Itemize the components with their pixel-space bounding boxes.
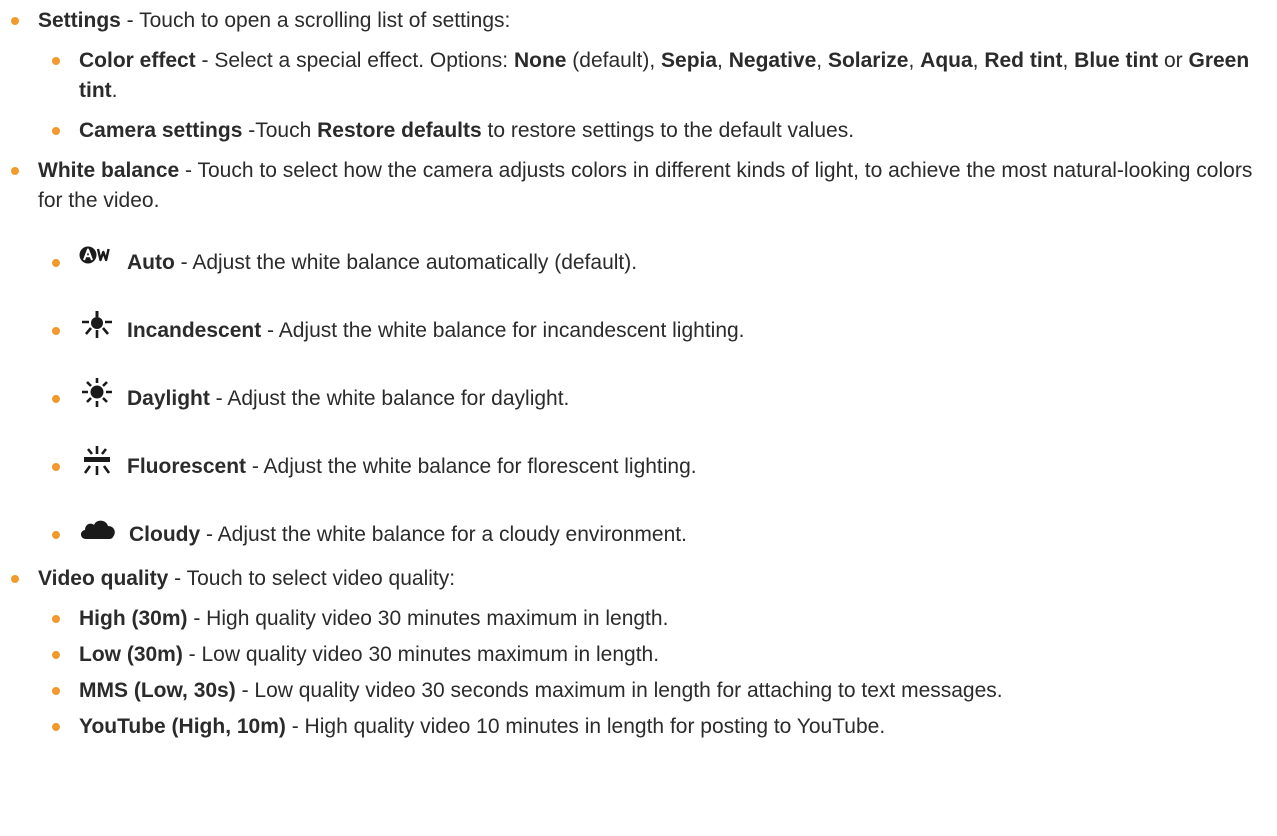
- bullet: [52, 127, 60, 135]
- document: Settings - Touch to open a scrolling lis…: [0, 0, 1277, 742]
- separator: ,: [972, 49, 985, 72]
- separator: ,: [908, 49, 921, 72]
- bullet: [52, 687, 60, 695]
- wb-option-title: Cloudy: [129, 523, 201, 546]
- wb-option-cloudy: Cloudy - Adjust the white balance for a …: [0, 518, 1277, 552]
- daylight-icon: [79, 378, 115, 408]
- bullet: [52, 615, 60, 623]
- video-option-text: - High quality video 10 minutes in lengt…: [285, 715, 886, 738]
- bullet: [52, 651, 60, 659]
- video-option-title: High (30m): [79, 607, 188, 630]
- bullet: [11, 575, 19, 583]
- restore-defaults-label: Restore defaults: [317, 119, 482, 142]
- separator: ,: [1062, 49, 1075, 72]
- video-option-title: YouTube (High, 10m): [79, 715, 286, 738]
- color-effect-text: - Select a special effect. Options:: [195, 49, 514, 72]
- bullet: [52, 463, 60, 471]
- option-negative: Negative: [728, 49, 817, 72]
- bullet: [11, 17, 19, 25]
- video-quality-text: - Touch to select video quality:: [168, 567, 456, 590]
- settings-title: Settings: [38, 9, 121, 32]
- wb-option-text: - Adjust the white balance for a cloudy …: [200, 523, 687, 546]
- video-option-title: MMS (Low, 30s): [79, 679, 236, 702]
- incandescent-icon: [79, 311, 115, 339]
- fluorescent-icon: [79, 446, 115, 476]
- video-quality-item: Video quality - Touch to select video qu…: [0, 564, 1277, 594]
- cloudy-icon: [79, 518, 117, 540]
- period: .: [111, 79, 118, 102]
- white-balance-title: White balance: [38, 159, 180, 182]
- wb-option-text: - Adjust the white balance for incandesc…: [261, 319, 745, 342]
- camera-settings-item: Camera settings -Touch Restore defaults …: [0, 116, 1277, 146]
- video-quality-option: YouTube (High, 10m) - High quality video…: [0, 712, 1277, 742]
- camera-settings-title: Camera settings: [79, 119, 243, 142]
- bullet: [52, 395, 60, 403]
- settings-item: Settings - Touch to open a scrolling lis…: [0, 6, 1277, 36]
- option-solarize: Solarize: [827, 49, 909, 72]
- auto-wb-icon: [79, 244, 115, 270]
- video-quality-option: Low (30m) - Low quality video 30 minutes…: [0, 640, 1277, 670]
- settings-text: - Touch to open a scrolling list of sett…: [120, 9, 511, 32]
- default-text: (default),: [566, 49, 662, 72]
- wb-option-incandescent: Incandescent - Adjust the white balance …: [0, 311, 1277, 348]
- wb-option-title: Incandescent: [127, 319, 262, 342]
- bullet: [52, 57, 60, 65]
- wb-option-title: Daylight: [127, 387, 210, 410]
- video-quality-option: MMS (Low, 30s) - Low quality video 30 se…: [0, 676, 1277, 706]
- video-option-title: Low (30m): [79, 643, 183, 666]
- video-quality-title: Video quality: [38, 567, 169, 590]
- option-none: None: [513, 49, 567, 72]
- color-effect-item: Color effect - Select a special effect. …: [0, 46, 1277, 106]
- wb-option-text: - Adjust the white balance for florescen…: [246, 455, 697, 478]
- wb-option-auto: Auto - Adjust the white balance automati…: [0, 246, 1277, 280]
- white-balance-text: - Touch to select how the camera adjusts…: [38, 159, 1253, 212]
- bullet: [52, 723, 60, 731]
- video-option-text: - Low quality video 30 seconds maximum i…: [235, 679, 1003, 702]
- video-option-text: - High quality video 30 minutes maximum …: [187, 607, 669, 630]
- wb-option-text: - Adjust the white balance for daylight.: [209, 387, 570, 410]
- video-option-text: - Low quality video 30 minutes maximum i…: [182, 643, 660, 666]
- wb-option-text: - Adjust the white balance automatically…: [174, 251, 638, 274]
- bullet: [52, 531, 60, 539]
- option-red-tint: Red tint: [984, 49, 1063, 72]
- or-text: or: [1158, 49, 1189, 72]
- wb-option-title: Fluorescent: [127, 455, 247, 478]
- white-balance-item: White balance - Touch to select how the …: [0, 156, 1277, 216]
- wb-option-fluorescent: Fluorescent - Adjust the white balance f…: [0, 446, 1277, 484]
- wb-option-title: Auto: [127, 251, 175, 274]
- bullet: [52, 327, 60, 335]
- color-effect-title: Color effect: [79, 49, 196, 72]
- option-blue-tint: Blue tint: [1074, 49, 1159, 72]
- bullet: [52, 259, 60, 267]
- separator: ,: [717, 49, 729, 72]
- bullet: [11, 167, 19, 175]
- video-quality-option: High (30m) - High quality video 30 minut…: [0, 604, 1277, 634]
- separator: ,: [816, 49, 828, 72]
- wb-option-daylight: Daylight - Adjust the white balance for …: [0, 378, 1277, 416]
- option-sepia: Sepia: [661, 49, 718, 72]
- camera-settings-text: -Touch: [242, 119, 318, 142]
- camera-settings-text-2: to restore settings to the default value…: [481, 119, 855, 142]
- option-aqua: Aqua: [920, 49, 973, 72]
